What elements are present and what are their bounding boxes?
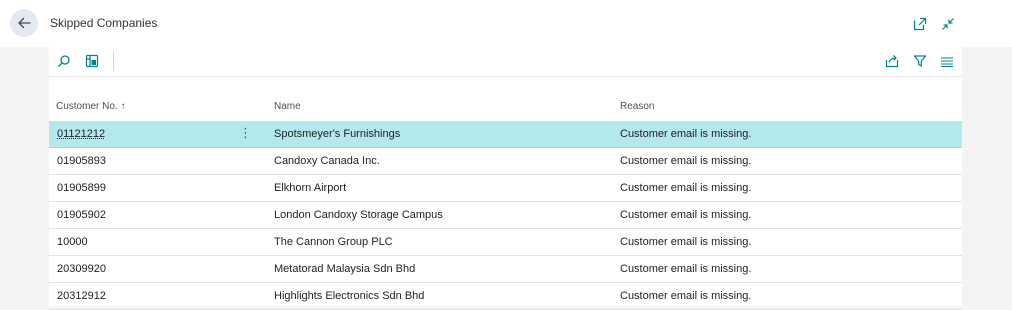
reason-cell: Customer email is missing.	[620, 182, 752, 194]
table-row[interactable]: 20309920 Metatorad Malaysia Sdn Bhd Cust…	[49, 256, 962, 283]
back-arrow-icon	[18, 17, 31, 29]
table-row[interactable]: 10000 The Cannon Group PLC Customer emai…	[49, 229, 962, 256]
filter-button[interactable]	[912, 53, 928, 69]
page-title: Skipped Companies	[50, 16, 158, 30]
table-body: 01121212 ⋮ Spotsmeyer's Furnishings Cust…	[49, 121, 962, 310]
customer-no-cell[interactable]: 20312912	[57, 290, 106, 302]
table-row[interactable]: 01905902 London Candoxy Storage Campus C…	[49, 202, 962, 229]
collapse-icon	[942, 18, 954, 30]
reason-cell: Customer email is missing.	[620, 290, 752, 302]
customer-no-cell[interactable]: 01121212	[57, 128, 105, 140]
customer-no-cell[interactable]: 01905902	[57, 209, 106, 221]
name-cell: Candoxy Canada Inc.	[274, 155, 380, 167]
layout-panel-button[interactable]	[84, 53, 100, 69]
share-icon	[885, 55, 899, 68]
name-cell: Metatorad Malaysia Sdn Bhd	[274, 263, 416, 275]
open-in-new-window-icon	[913, 17, 927, 31]
name-cell: London Candoxy Storage Campus	[274, 209, 443, 221]
open-in-new-window-button[interactable]	[912, 16, 928, 32]
reason-cell: Customer email is missing.	[620, 263, 752, 275]
table-row[interactable]: 01121212 ⋮ Spotsmeyer's Furnishings Cust…	[49, 121, 962, 148]
list-page-content: Customer No. ↑ Name Reason 01121212 ⋮ Sp…	[49, 47, 962, 310]
table-row[interactable]: 01905893 Candoxy Canada Inc. Customer em…	[49, 148, 962, 175]
name-cell: Elkhorn Airport	[274, 182, 347, 194]
column-header-name[interactable]: Name	[274, 101, 301, 112]
share-button[interactable]	[884, 53, 900, 69]
name-cell: The Cannon Group PLC	[274, 236, 393, 248]
table-row[interactable]: 01905899 Elkhorn Airport Customer email …	[49, 175, 962, 202]
toolbar-separator	[113, 52, 114, 71]
search-button[interactable]	[56, 53, 72, 69]
customer-no-cell[interactable]: 01905899	[57, 182, 106, 194]
name-cell: Highlights Electronics Sdn Bhd	[274, 290, 425, 302]
reason-cell: Customer email is missing.	[620, 128, 752, 140]
filter-icon	[913, 55, 927, 67]
list-view-button[interactable]	[939, 53, 955, 69]
customer-no-cell[interactable]: 20309920	[57, 263, 106, 275]
row-actions-menu-icon[interactable]: ⋮	[239, 125, 252, 141]
action-toolbar	[49, 47, 962, 77]
list-view-icon	[941, 57, 953, 68]
customer-no-cell[interactable]: 01905893	[57, 155, 106, 167]
column-header-reason[interactable]: Reason	[620, 101, 654, 112]
customer-no-cell[interactable]: 10000	[57, 236, 88, 248]
search-icon	[58, 55, 70, 67]
page-header: Skipped Companies	[0, 0, 1012, 47]
name-cell: Spotsmeyer's Furnishings	[274, 128, 401, 140]
collapse-button[interactable]	[940, 16, 956, 32]
reason-cell: Customer email is missing.	[620, 209, 752, 221]
reason-cell: Customer email is missing.	[620, 236, 752, 248]
layout-panel-icon	[85, 54, 99, 68]
column-header-customer-no[interactable]: Customer No. ↑	[56, 101, 125, 112]
back-button[interactable]	[10, 9, 38, 37]
reason-cell: Customer email is missing.	[620, 155, 752, 167]
